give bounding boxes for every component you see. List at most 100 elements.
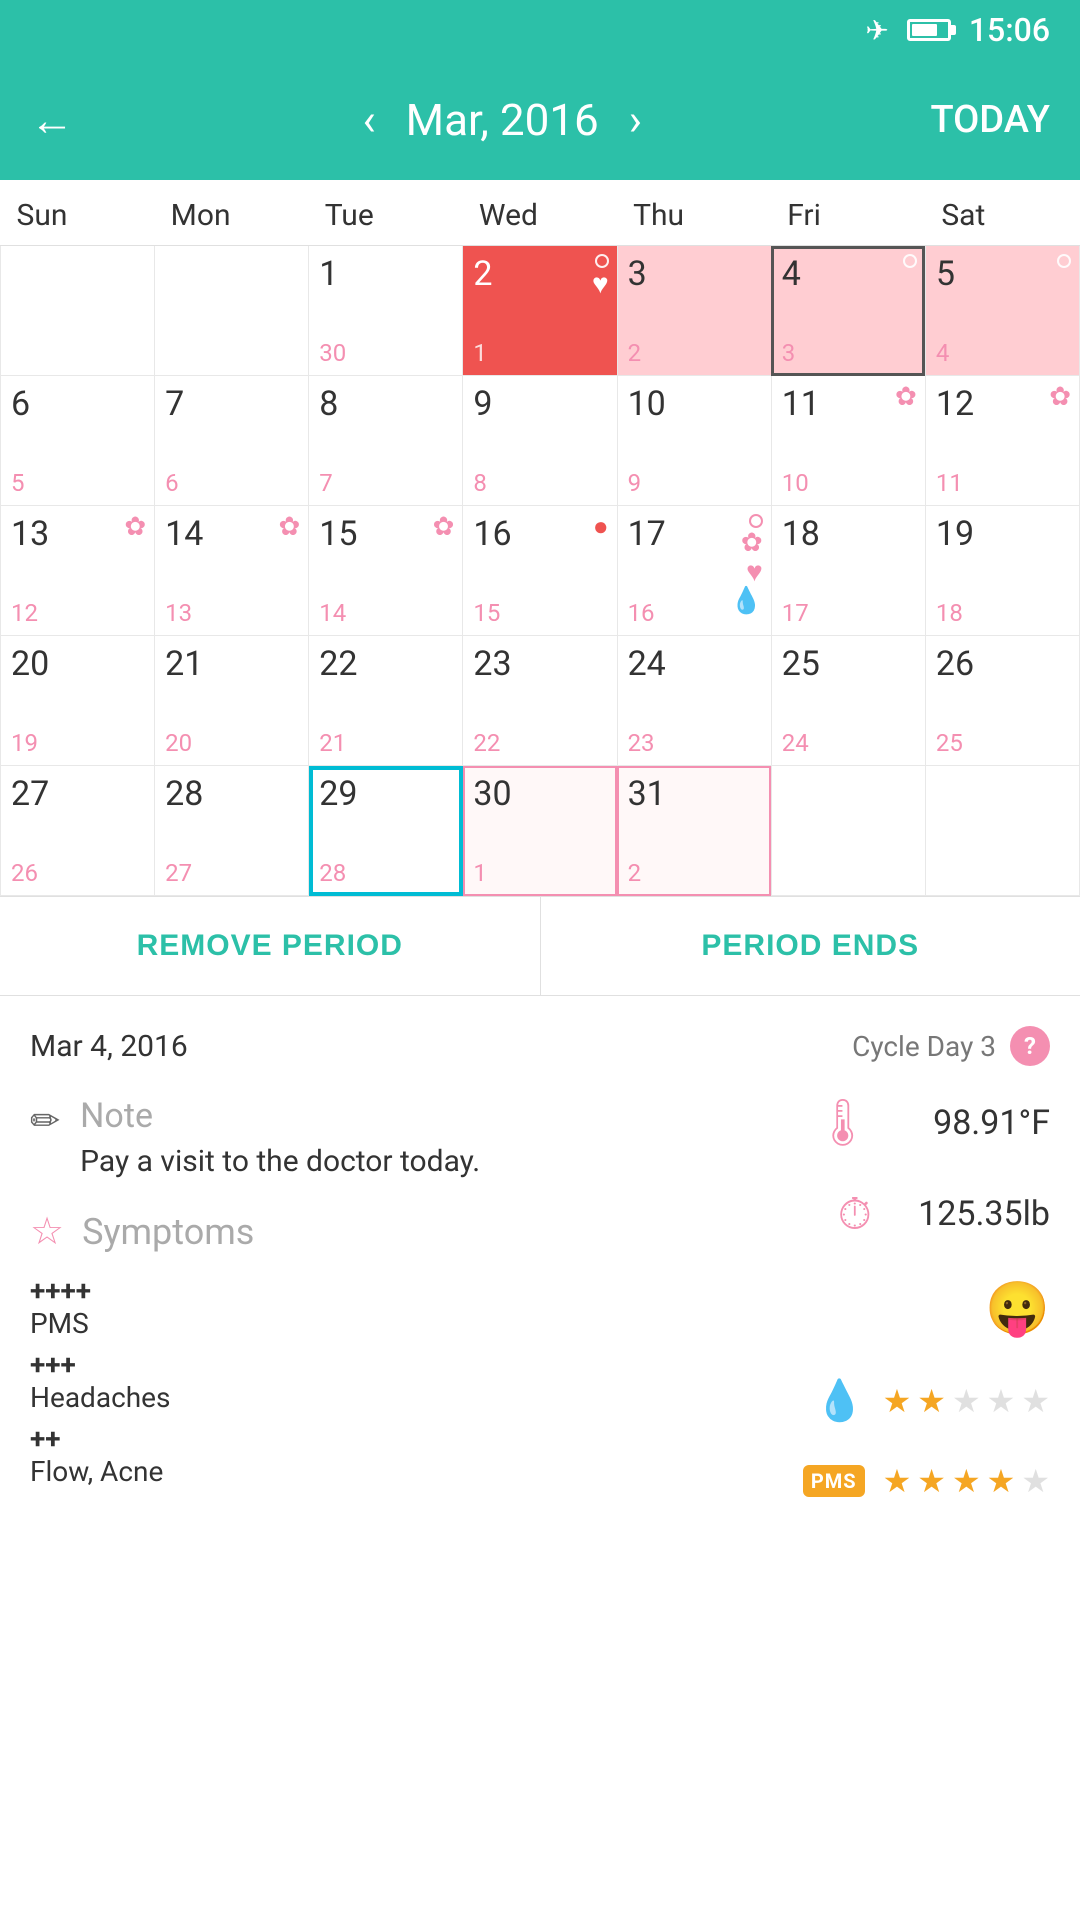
dot-outline-icon (903, 254, 917, 268)
day-number: 5 (936, 254, 955, 294)
calendar-cell[interactable]: 16●15 (463, 506, 617, 636)
weight-row: ⏱ 125.35lb (838, 1188, 1050, 1240)
calendar-cell[interactable]: 2 ♥ 1 (463, 246, 617, 376)
headaches-name: Headaches (30, 1381, 170, 1414)
day-number: 31 (628, 774, 666, 814)
calendar-cell[interactable]: 2221 (309, 636, 463, 766)
week-number: 1 (473, 339, 487, 367)
temperature-row: 🌡 98.91°F (814, 1096, 1050, 1150)
calendar-cell[interactable]: 2625 (925, 636, 1079, 766)
mood-row: 😛 (985, 1278, 1050, 1339)
pms-stars: ★ ★ ★ ★ ★ (883, 1382, 1050, 1420)
today-button[interactable]: TODAY (930, 98, 1050, 142)
week-number: 2 (628, 339, 642, 367)
calendar-cell[interactable]: 1 30 (309, 246, 463, 376)
headaches-rating-row: PMS ★ ★ ★ ★ ★ (803, 1462, 1050, 1500)
cell-icons: ♥ (592, 254, 609, 298)
prev-month-button[interactable]: ‹ (362, 94, 375, 146)
star-h4: ★ (987, 1462, 1016, 1500)
pms-badge: PMS (803, 1465, 865, 1497)
calendar-cell[interactable]: 2019 (1, 636, 155, 766)
calendar-cell[interactable]: 301 (463, 766, 617, 896)
day-number: 9 (473, 384, 492, 424)
week-number: 22 (473, 729, 500, 757)
note-row: ✏ Note Pay a visit to the doctor today. (30, 1096, 670, 1179)
day-number: 25 (782, 644, 820, 684)
calendar-cell[interactable]: 31 2 (617, 766, 771, 896)
symptom-next-left: ++ Flow, Acne (30, 1422, 163, 1488)
calendar-cell[interactable]: 1817 (771, 506, 925, 636)
weekday-sat: Sat (925, 180, 1079, 246)
calendar-cell (771, 766, 925, 896)
calendar-cell (925, 766, 1079, 896)
symptoms-title: Symptoms (82, 1211, 254, 1253)
calendar-cell[interactable]: 43 (771, 246, 925, 376)
weight-value: 125.35lb (890, 1194, 1050, 1234)
weekday-wed: Wed (463, 180, 617, 246)
day-number: 2 (473, 254, 492, 294)
calendar-cell[interactable]: 14✿13 (155, 506, 309, 636)
heart-icon: ♥ (592, 270, 609, 298)
cycle-help-button[interactable]: ? (1010, 1026, 1050, 1066)
flower-icon: ✿ (895, 384, 917, 410)
week-number: 24 (782, 729, 809, 757)
period-ends-button[interactable]: PERIOD ENDS (541, 897, 1080, 995)
calendar-cell[interactable]: 1918 (925, 506, 1079, 636)
calendar-cell[interactable]: 76 (155, 376, 309, 506)
calendar-cell[interactable]: 17✿♥💧16 (617, 506, 771, 636)
week-number: 28 (319, 859, 346, 887)
day-number: 18 (782, 514, 820, 554)
day-number: 12 (936, 384, 974, 424)
day-number: 1 (319, 254, 338, 294)
calendar-cell[interactable]: 15✿14 (309, 506, 463, 636)
next-month-button[interactable]: › (629, 94, 642, 146)
cell-icons: ✿ (1049, 384, 1071, 410)
week-number: 3 (782, 339, 796, 367)
calendar-cell[interactable]: 2726 (1, 766, 155, 896)
weekday-sun: Sun (1, 180, 155, 246)
day-number: 16 (473, 514, 511, 554)
headaches-intensity: +++ (30, 1348, 170, 1381)
calendar-cell[interactable]: 2423 (617, 636, 771, 766)
week-number: 10 (782, 469, 809, 497)
day-number: 11 (782, 384, 820, 424)
star-1: ★ (883, 1382, 912, 1420)
back-button[interactable]: ← (30, 94, 74, 146)
thermometer-icon: 🌡 (814, 1096, 872, 1150)
day-number: 3 (628, 254, 647, 294)
calendar-cell[interactable]: 109 (617, 376, 771, 506)
calendar-cell[interactable]: 32 (617, 246, 771, 376)
dot-outline-pink-icon (749, 514, 763, 528)
calendar-cell[interactable]: 25 24 (771, 636, 925, 766)
week-number: 1 (473, 859, 487, 887)
cell-icons (903, 254, 917, 268)
remove-period-button[interactable]: REMOVE PERIOD (0, 897, 541, 995)
week-number: 26 (11, 859, 38, 887)
week-number: 30 (319, 339, 346, 367)
calendar-cell[interactable]: 13✿12 (1, 506, 155, 636)
airplane-icon: ✈ (865, 14, 888, 47)
calendar-cell[interactable]: 65 (1, 376, 155, 506)
calendar-cell[interactable]: 87 (309, 376, 463, 506)
week-number: 16 (628, 599, 655, 627)
day-number: 10 (628, 384, 666, 424)
symptom-headaches[interactable]: +++ Headaches (30, 1348, 670, 1414)
calendar-cell[interactable]: 11 ✿ 10 (771, 376, 925, 506)
week-number: 5 (11, 469, 25, 497)
week-number: 2 (628, 859, 642, 887)
pms-drop-icon: 💧 (815, 1377, 865, 1424)
calendar-cell[interactable]: 54 (925, 246, 1079, 376)
calendar-cell[interactable]: 98 (463, 376, 617, 506)
symptoms-header: ☆ Symptoms (30, 1209, 670, 1254)
calendar-cell[interactable]: 2928 (309, 766, 463, 896)
calendar-cell[interactable]: 2322 (463, 636, 617, 766)
day-number: 15 (319, 514, 357, 554)
calendar-cell[interactable]: 12✿11 (925, 376, 1079, 506)
cell-icons: ● (593, 514, 609, 540)
weekday-tue: Tue (309, 180, 463, 246)
star-4: ★ (987, 1382, 1016, 1420)
symptom-next[interactable]: ++ Flow, Acne (30, 1422, 670, 1488)
calendar-cell[interactable]: 2120 (155, 636, 309, 766)
symptom-pms[interactable]: ++++ PMS (30, 1274, 670, 1340)
calendar-cell[interactable]: 2827 (155, 766, 309, 896)
